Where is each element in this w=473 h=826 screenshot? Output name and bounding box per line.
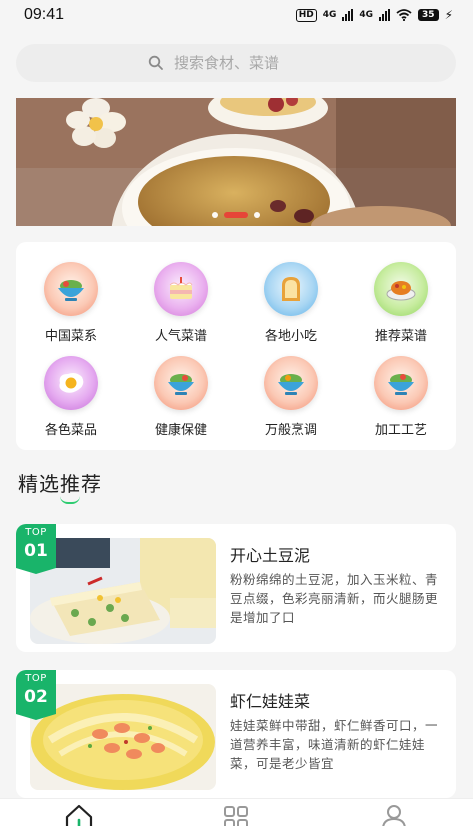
category-item[interactable]: 中国菜系: [16, 262, 126, 344]
category-label: 人气菜谱: [154, 329, 207, 344]
tab-profile[interactable]: [374, 803, 414, 826]
section-title-underline: [60, 496, 80, 504]
category-item[interactable]: 加工工艺: [346, 356, 456, 438]
rank-badge-top: TOP: [25, 673, 47, 684]
charging-icon: ⚡: [444, 8, 453, 22]
category-label: 各色菜品: [44, 423, 97, 438]
carousel-dots: [16, 212, 456, 218]
category-card: 中国菜系 人气菜谱 各地小吃 推荐菜谱 各色菜品 健康保健 万般烹调 加工工艺: [16, 242, 456, 450]
salad-bowl-icon: [264, 356, 318, 410]
home-icon: [65, 804, 92, 826]
recipe-card[interactable]: TOP 01 开心土豆泥 粉粉绵绵的土豆泥，加入玉米粒、青豆点缀，色彩亮丽清新，…: [16, 524, 456, 652]
signal-icon: [342, 9, 354, 21]
status-indicators: HD 4G 4G 35 ⚡: [295, 8, 453, 22]
category-item[interactable]: 健康保健: [126, 356, 236, 438]
section-title: 精选推荐: [18, 472, 102, 496]
category-item[interactable]: 万般烹调: [236, 356, 346, 438]
category-label: 健康保健: [154, 423, 207, 438]
signal-icon-2: [379, 9, 391, 21]
recipe-image: [30, 538, 216, 644]
banner-image: [16, 98, 456, 226]
salad-bowl-icon: [44, 262, 98, 316]
network-4g-label: 4G: [322, 10, 337, 20]
salad-bowl-icon: [154, 356, 208, 410]
category-label: 中国菜系: [44, 329, 97, 344]
tab-category[interactable]: [216, 803, 256, 826]
status-time: 09:41: [24, 6, 65, 23]
category-label: 推荐菜谱: [374, 329, 427, 344]
egg-icon: [44, 356, 98, 410]
hd-badge: HD: [295, 8, 317, 22]
cake-icon: [154, 262, 208, 316]
user-icon: [382, 805, 406, 826]
rank-badge-top: TOP: [25, 527, 47, 538]
bottom-tab-bar: [0, 798, 473, 826]
battery-icon: 35: [418, 9, 439, 21]
recipe-card[interactable]: TOP 02 虾仁娃娃菜 娃娃菜鲜中带甜，虾仁鲜香可口，一道营养丰富，味道清新的…: [16, 670, 456, 798]
category-label: 各地小吃: [264, 329, 317, 344]
category-item[interactable]: 人气菜谱: [126, 262, 236, 344]
rank-badge-number: 01: [24, 541, 48, 561]
recipe-title: 开心土豆泥: [230, 546, 311, 565]
category-item[interactable]: 各地小吃: [236, 262, 346, 344]
recipe-image: [30, 684, 216, 790]
salad-bowl-icon: [374, 356, 428, 410]
category-item[interactable]: 推荐菜谱: [346, 262, 456, 344]
grid-icon: [224, 806, 249, 826]
carousel-dot[interactable]: [212, 212, 218, 218]
banner-carousel[interactable]: [16, 98, 456, 226]
category-label: 加工工艺: [374, 423, 427, 438]
recipe-title: 虾仁娃娃菜: [230, 692, 311, 711]
rank-badge: TOP 01: [16, 524, 56, 574]
dish-icon: [374, 262, 428, 316]
search-icon: [148, 55, 163, 70]
carousel-dot-active[interactable]: [224, 212, 248, 218]
search-input[interactable]: [174, 54, 324, 72]
recipe-description: 娃娃菜鲜中带甜，虾仁鲜香可口，一道营养丰富，味道清新的虾仁娃娃菜，可是老少皆宜: [230, 718, 439, 771]
category-grid: 中国菜系 人气菜谱 各地小吃 推荐菜谱 各色菜品 健康保健 万般烹调 加工工艺: [16, 262, 456, 438]
category-label: 万般烹调: [264, 423, 317, 438]
rank-badge: TOP 02: [16, 670, 56, 720]
status-bar: 09:41 HD 4G 4G 35 ⚡: [0, 0, 473, 30]
category-item[interactable]: 各色菜品: [16, 356, 126, 438]
recipe-description: 粉粉绵绵的土豆泥，加入玉米粒、青豆点缀，色彩亮丽清新，而火腿肠更是增加了口: [230, 572, 439, 625]
toast-icon: [264, 262, 318, 316]
tab-home[interactable]: [59, 803, 99, 826]
search-bar[interactable]: [16, 44, 456, 82]
network-4g-label-2: 4G: [359, 10, 374, 20]
carousel-dot[interactable]: [254, 212, 260, 218]
rank-badge-number: 02: [24, 687, 48, 707]
wifi-icon: [396, 9, 412, 21]
